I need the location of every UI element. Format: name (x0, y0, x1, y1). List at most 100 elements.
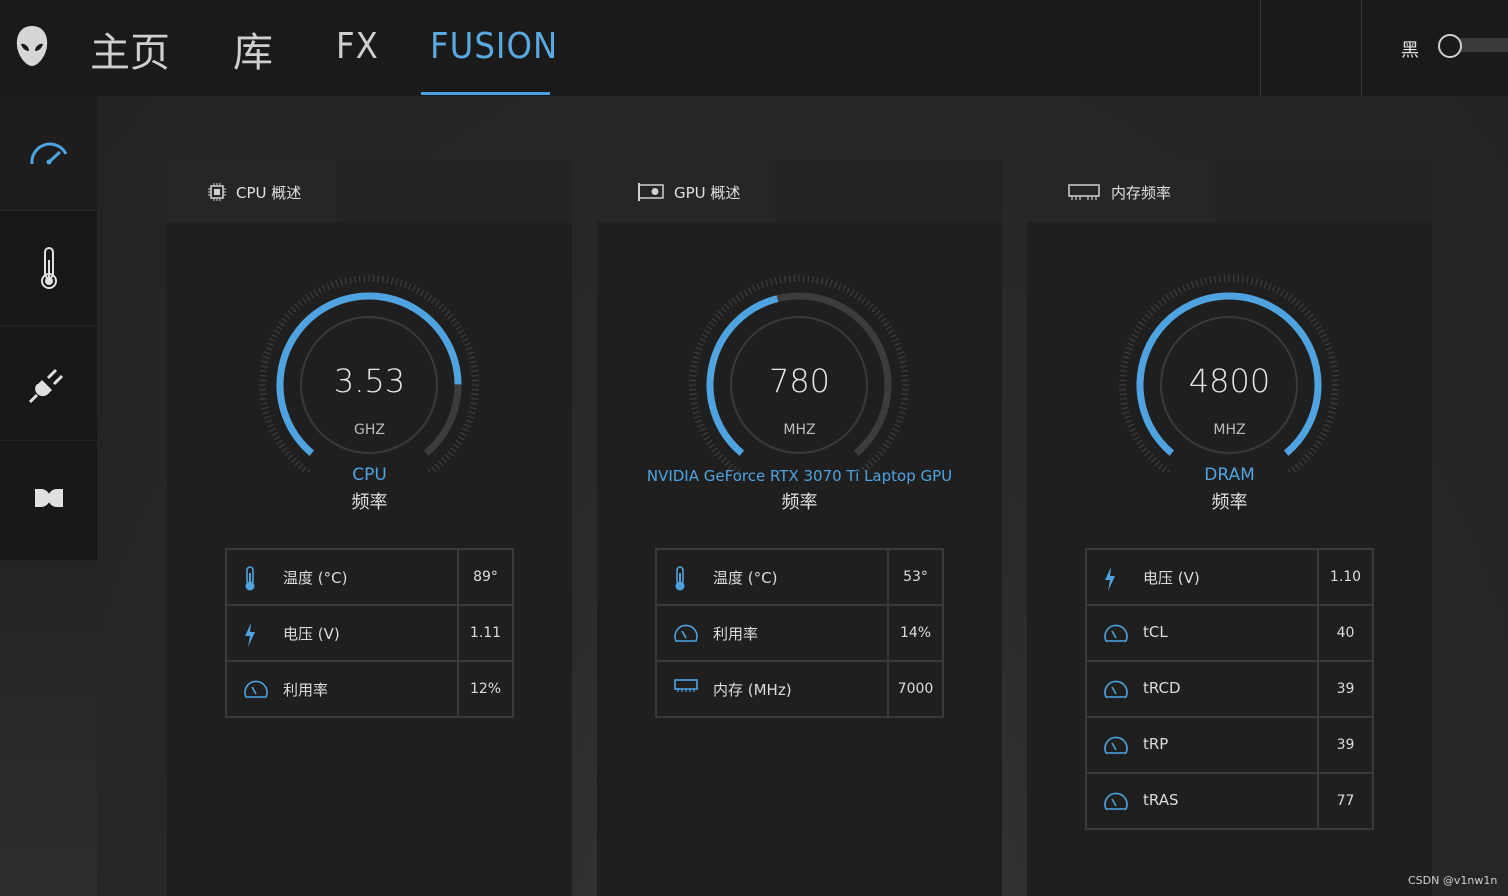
gauge-unit: GHZ (354, 422, 385, 438)
gauge-tick (880, 447, 887, 453)
gauge-tick (853, 291, 859, 299)
gauge-tick (890, 333, 897, 338)
gauge-tick (290, 306, 297, 313)
gauge-tick (705, 439, 713, 445)
gauge-tick (695, 346, 703, 351)
gpu-stats-table: 温度 (°C) 53° 利用率 14% 内存 (MHz) 7000 (655, 548, 944, 718)
gauge-tick (1259, 279, 1263, 287)
tab-fusion[interactable]: FUSION (430, 26, 558, 67)
gauge-icon (1103, 790, 1129, 816)
gauge-tick (871, 457, 878, 464)
gauge-tick (887, 329, 895, 335)
dolby-icon (34, 489, 63, 507)
gauge-tick (278, 321, 285, 327)
table-row: 温度 (°C) 89° (225, 548, 514, 606)
gauge-tick (877, 313, 884, 320)
gauge-tick (846, 287, 851, 294)
sidebar-item-audio[interactable] (0, 441, 97, 555)
gauge-tick (287, 310, 294, 316)
gauge-tick (358, 275, 361, 283)
theme-toggle-knob[interactable] (1438, 34, 1462, 58)
stat-name: 利用率 (283, 681, 329, 699)
gauge-icon (1103, 734, 1129, 760)
gauge-tick (861, 297, 867, 304)
gauge-tick (837, 283, 842, 291)
lightning-icon (243, 622, 257, 652)
stat-value: 39 (1317, 716, 1374, 774)
gauge-tick (1307, 313, 1314, 320)
card-title: GPU 概述 (674, 184, 741, 202)
gauge-tick (1161, 297, 1167, 304)
stat-name-cell: 电压 (V) (225, 604, 459, 662)
gauge-tick (720, 306, 727, 313)
gauge-tick (438, 303, 444, 310)
gauge-tick (1147, 310, 1154, 316)
gauge-tick (326, 283, 331, 291)
stat-name: tRP (1143, 735, 1169, 753)
stat-value: 7000 (887, 660, 944, 718)
gauge-tick (441, 457, 448, 464)
thermometer-icon (40, 247, 57, 289)
tab-library[interactable]: 库 (233, 20, 273, 78)
gauge-tick (273, 329, 281, 335)
gauge-tick (1190, 281, 1195, 289)
gauge-tick (381, 275, 384, 283)
tab-fx[interactable]: FX (336, 26, 379, 67)
gauge-tick (1144, 313, 1151, 320)
stat-name-cell: 温度 (°C) (225, 548, 459, 606)
sidebar-item-performance[interactable] (0, 96, 97, 210)
gauge-tick (874, 310, 881, 316)
gauge-tick (470, 402, 478, 405)
gauge-tick (263, 415, 271, 419)
gauge-tick (1237, 275, 1240, 283)
gauge-tick (1135, 439, 1143, 445)
stat-name: 温度 (°C) (713, 569, 778, 587)
gauge-tick (1131, 333, 1138, 338)
gauge-tick (1173, 289, 1179, 297)
stat-name: 利用率 (713, 625, 759, 643)
gauge-tick (705, 325, 713, 331)
gauge-tick (760, 281, 765, 289)
stat-name: tCL (1143, 623, 1168, 641)
stat-value: 53° (887, 548, 944, 606)
gauge-tick (1320, 333, 1327, 338)
gauge-tick (1283, 291, 1289, 299)
stat-value: 1.11 (457, 604, 514, 662)
alienware-logo-icon[interactable] (14, 24, 50, 68)
gauge-tick (1138, 321, 1145, 327)
gauge-tick (717, 310, 724, 316)
gauge-tick (1271, 285, 1277, 292)
gauge-tick (1310, 447, 1317, 453)
gauge-tick (898, 355, 906, 359)
gauge-tick (747, 287, 752, 294)
gauge-tick (309, 291, 315, 299)
gauge-tick (349, 276, 352, 284)
gauge-tick (431, 297, 437, 304)
gauge-tick (1310, 317, 1317, 323)
sidebar-item-power[interactable] (0, 326, 97, 440)
gauge-tick (784, 275, 787, 283)
gauge-tick (1195, 279, 1199, 287)
gauge-tick (693, 351, 701, 355)
gauge-tick (1325, 346, 1333, 351)
gauge-tick (769, 278, 773, 286)
table-row: tRP 39 (1085, 716, 1374, 774)
gauge-tick (703, 329, 711, 335)
gauge-tick (1133, 329, 1141, 335)
divider (1361, 0, 1362, 96)
gauge-unit: MHZ (1213, 422, 1246, 438)
tab-home[interactable]: 主页 (90, 20, 170, 78)
gauge-tick (892, 337, 899, 343)
gauge-tick (825, 278, 829, 286)
gauge-tick (693, 415, 701, 419)
gauge-tick (419, 289, 425, 297)
gauge-tick (816, 276, 819, 284)
gauge-tick (423, 291, 429, 299)
gauge-tick (692, 411, 700, 415)
gauge-tick (1313, 321, 1320, 327)
gauge-tick (281, 317, 288, 323)
sidebar-item-thermal[interactable] (0, 211, 97, 325)
gauge-tick (313, 289, 319, 297)
gauge-icon (1103, 678, 1129, 704)
gauge-tick (711, 447, 718, 453)
